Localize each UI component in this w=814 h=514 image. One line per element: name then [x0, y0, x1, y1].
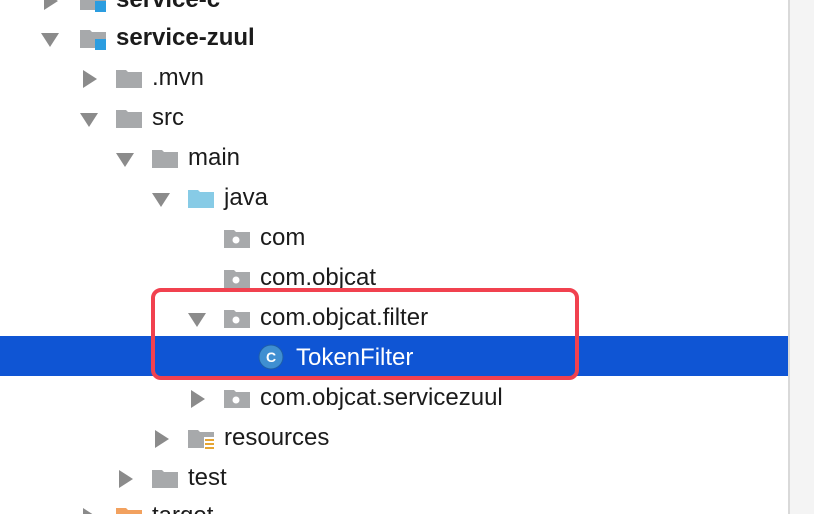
expand-toggle-icon[interactable]	[152, 189, 170, 209]
folder-icon	[152, 148, 180, 170]
expand-toggle-icon[interactable]	[116, 149, 134, 169]
tree-item-label: TokenFilter	[296, 344, 414, 371]
tree-item-java[interactable]: java	[0, 178, 788, 218]
tree-item-resources[interactable]: resources	[0, 418, 788, 458]
package-icon	[224, 308, 252, 330]
resources-folder-icon	[188, 428, 216, 450]
expand-toggle-icon[interactable]	[188, 309, 206, 329]
tree-item-com-objcat-servicezuul[interactable]: com.objcat.servicezuul	[0, 378, 788, 418]
module-folder-icon	[80, 0, 108, 12]
tree-item-label: test	[188, 464, 227, 491]
tree-item-main[interactable]: main	[0, 138, 788, 178]
tree-item-label: .mvn	[152, 64, 205, 91]
tree-item-label: resources	[224, 424, 330, 451]
tree-item-tokenfilter[interactable]: C TokenFilter	[0, 336, 788, 376]
package-icon	[224, 228, 252, 250]
tree-item-mvn[interactable]: .mvn	[0, 58, 788, 98]
tree-item-target[interactable]: target	[0, 496, 788, 514]
class-icon: C	[258, 344, 284, 370]
tree-item-com-objcat[interactable]: com.objcat	[0, 258, 788, 298]
tree-item-label: com.objcat.filter	[260, 304, 429, 331]
svg-text:C: C	[266, 349, 276, 365]
tree-item-test[interactable]: test	[0, 458, 788, 498]
tree-item-service-zuul[interactable]: service-zuul	[0, 18, 788, 58]
tree-item-label: main	[188, 144, 241, 171]
tree-item-service-c[interactable]: service-c	[0, 0, 788, 20]
tree-item-label: com	[260, 224, 306, 251]
tree-item-label: target	[152, 504, 213, 514]
collapse-toggle-icon[interactable]	[189, 389, 207, 409]
tree-item-label: service-c	[116, 0, 220, 12]
tree-item-label: java	[224, 184, 269, 211]
package-icon	[224, 388, 252, 410]
scrollbar-track[interactable]	[790, 0, 814, 514]
tree-item-label: service-zuul	[116, 24, 255, 51]
collapse-toggle-icon[interactable]	[81, 507, 99, 514]
tree-item-com-objcat-filter[interactable]: com.objcat.filter	[0, 298, 788, 338]
module-folder-icon	[80, 28, 108, 50]
package-icon	[224, 268, 252, 290]
tree-item-label: com.objcat	[260, 264, 377, 291]
expand-toggle-icon[interactable]	[80, 109, 98, 129]
excluded-folder-icon	[116, 506, 144, 514]
tree-item-com[interactable]: com	[0, 218, 788, 258]
tree-item-label: com.objcat.servicezuul	[260, 384, 503, 411]
folder-icon	[152, 468, 180, 490]
collapse-toggle-icon[interactable]	[81, 69, 99, 89]
expand-toggle-icon[interactable]	[41, 29, 59, 49]
collapse-toggle-icon[interactable]	[117, 469, 135, 489]
collapse-toggle-icon[interactable]	[153, 429, 171, 449]
tree-item-label: src	[152, 104, 184, 131]
tree-item-src[interactable]: src	[0, 98, 788, 138]
collapse-toggle-icon[interactable]	[42, 0, 60, 11]
folder-icon	[116, 68, 144, 90]
project-tree: service-c service-zuul .mvn src	[0, 0, 790, 514]
source-folder-icon	[188, 188, 216, 210]
folder-icon	[116, 108, 144, 130]
